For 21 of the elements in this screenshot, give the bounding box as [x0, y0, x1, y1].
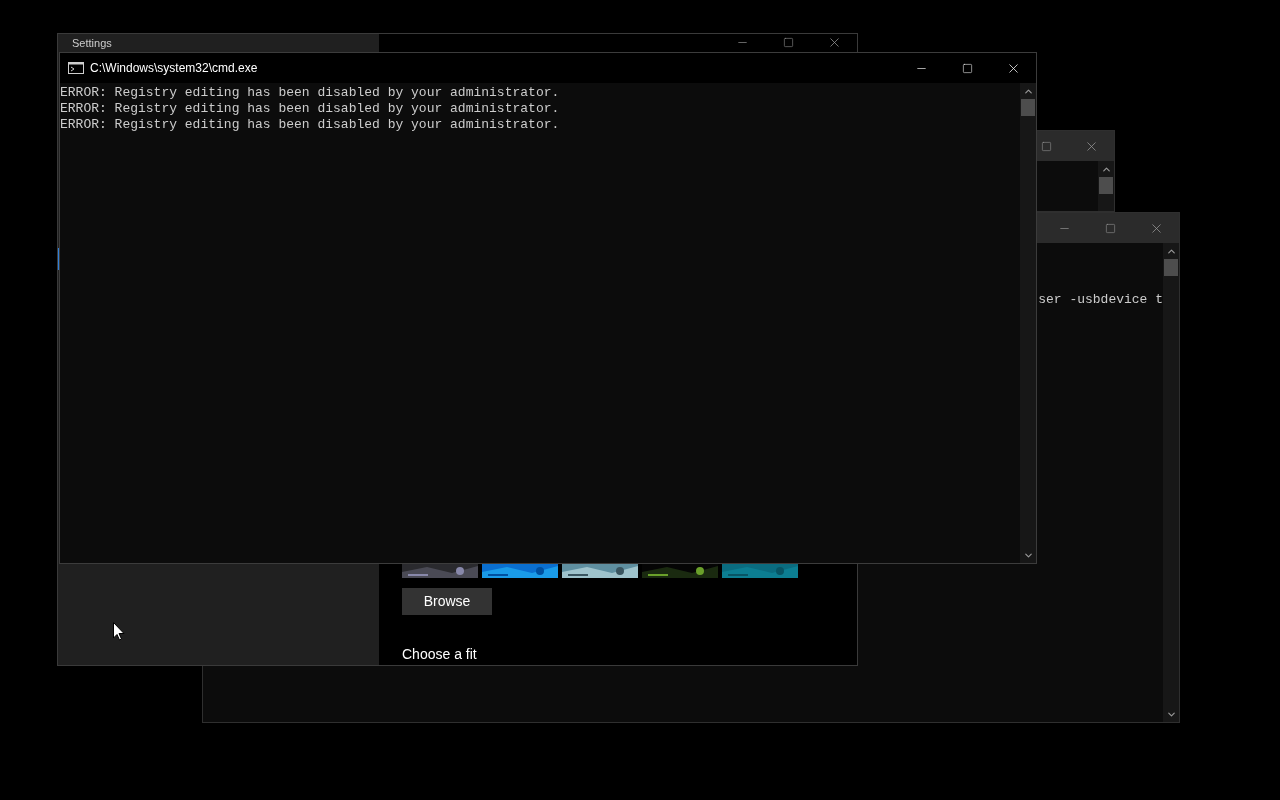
scroll-down-icon[interactable]: [1022, 550, 1034, 561]
console-line: ERROR: Registry editing has been disabled by your administrator.: [60, 85, 560, 101]
window-title: Settings: [72, 37, 112, 49]
console-line: ERROR: Registry editing has been disabled by your administrator.: [60, 101, 560, 117]
section-heading: Choose a fit: [402, 645, 478, 664]
window-title: C:\Windows\system32\cmd.exe: [90, 60, 258, 77]
scroll-down-icon[interactable]: [1165, 709, 1177, 720]
console-icon: [68, 62, 84, 74]
console-line: ERROR: Registry editing has been disabled by your administrator.: [60, 117, 560, 133]
scroll-thumb[interactable]: [1021, 99, 1035, 116]
scrollbar[interactable]: [1163, 243, 1179, 722]
scroll-thumb[interactable]: [1099, 177, 1113, 194]
mouse-cursor: [113, 622, 125, 641]
scrollbar[interactable]: [1098, 161, 1114, 211]
browse-button[interactable]: Browse: [402, 588, 492, 615]
maximize-icon[interactable]: [782, 37, 794, 49]
console-line: ser -usbdevice t: [1038, 292, 1163, 308]
scroll-thumb[interactable]: [1164, 259, 1178, 276]
scrollbar[interactable]: [1020, 83, 1036, 563]
maximize-icon[interactable]: [1040, 140, 1052, 152]
maximize-icon[interactable]: [1104, 222, 1116, 234]
